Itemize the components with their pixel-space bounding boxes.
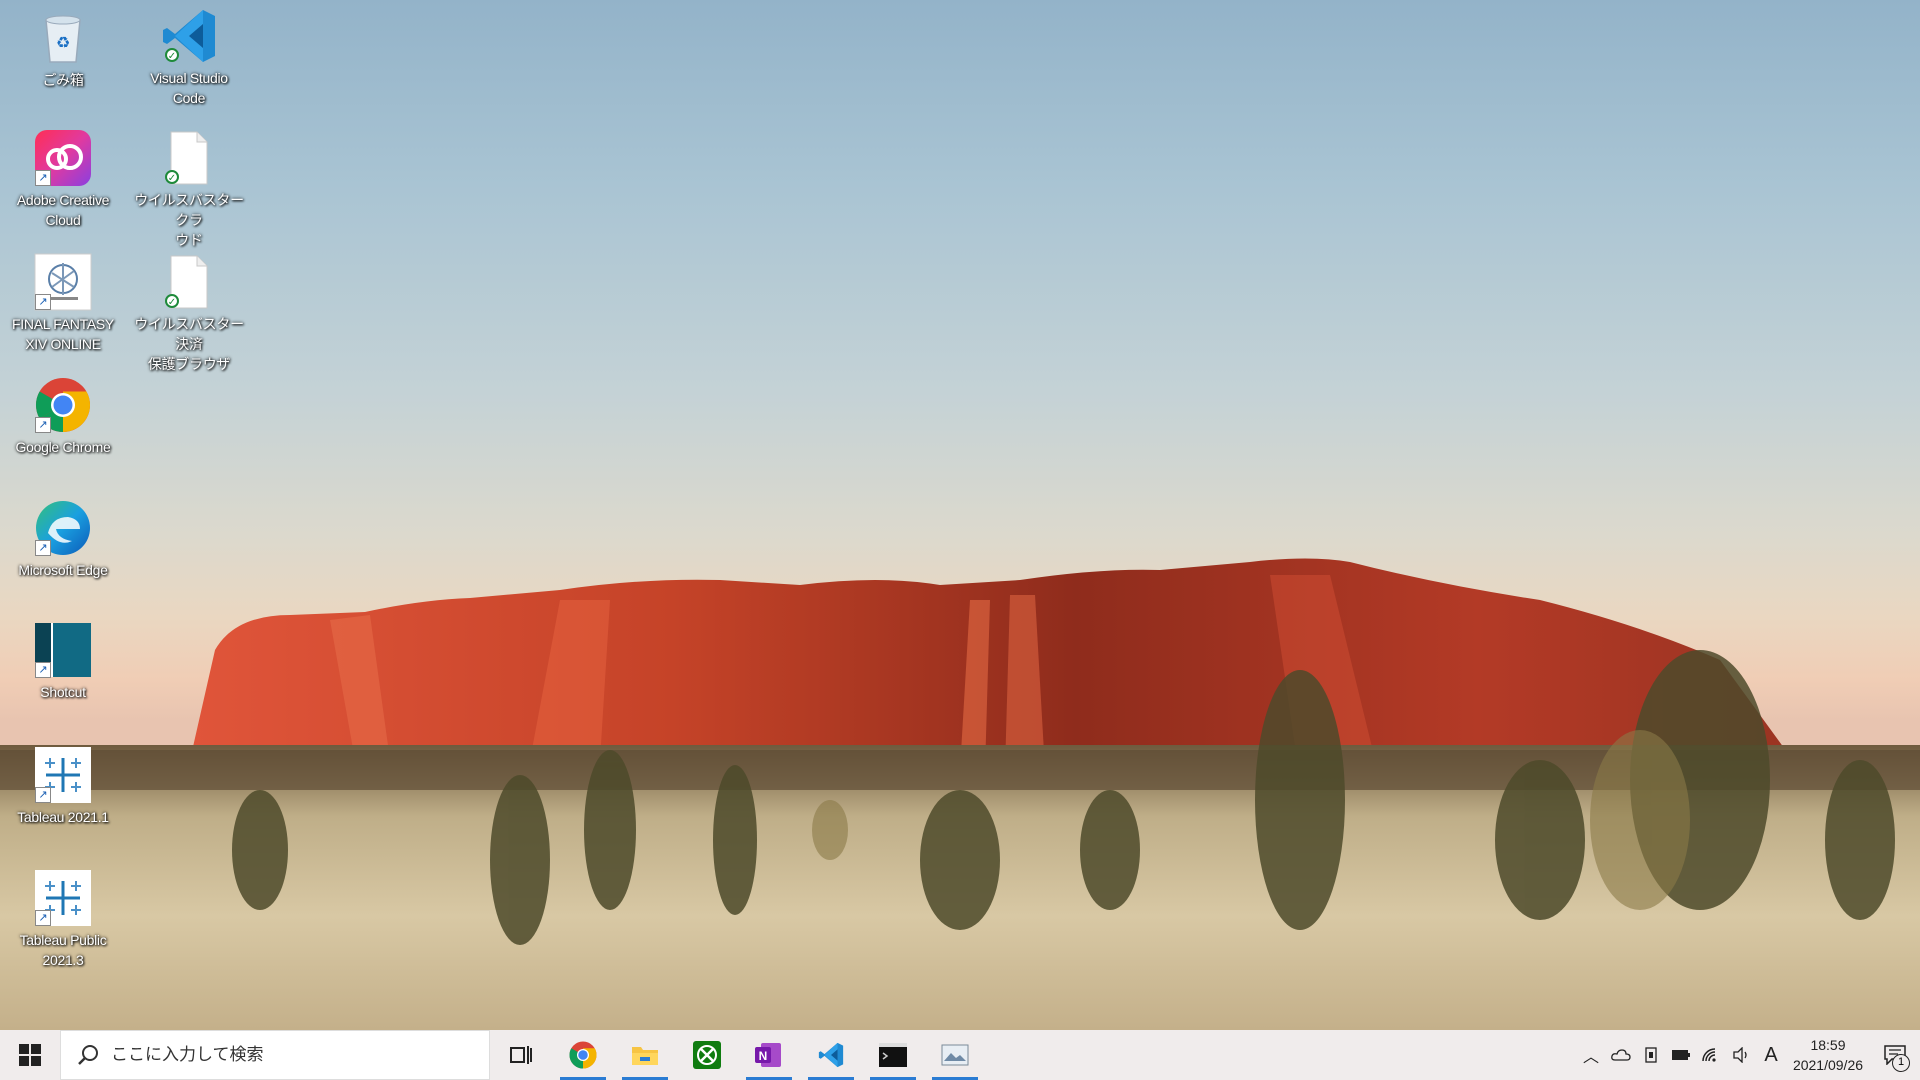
ffxiv-icon: ↗ (33, 252, 93, 312)
document-icon: ✓ (159, 128, 219, 188)
desktop-icon-vscode[interactable]: ✓ Visual Studio Code (130, 6, 248, 108)
taskbar-app-vscode[interactable] (800, 1030, 862, 1080)
desktop-icon-label: ウイルスバスター クラ ウド (134, 192, 244, 248)
desktop-icon-microsoft-edge[interactable]: ↗ Microsoft Edge (4, 498, 122, 580)
clock-date: 2021/09/26 (1792, 1057, 1864, 1073)
taskbar-app-file-explorer[interactable] (614, 1030, 676, 1080)
volume-tray-button[interactable] (1726, 1030, 1756, 1080)
desktop-icon-label: Tableau 2021.1 (17, 809, 109, 825)
tableau-icon: ↗ (33, 745, 93, 805)
battery-icon (1672, 1050, 1690, 1060)
document-icon: ✓ (159, 252, 219, 312)
search-icon (78, 1045, 98, 1065)
edge-icon: ↗ (33, 498, 93, 558)
onedrive-cloud-icon (1611, 1049, 1631, 1061)
desktop-icon-virusbuster-cloud[interactable]: ✓ ウイルスバスター クラ ウド (130, 128, 248, 250)
desktop-icon-label: ごみ箱 (42, 72, 84, 88)
desktop: ♻ ごみ箱 ↗ Adobe Creative Cloud ↗ FINAL FAN… (0, 0, 1920, 1030)
tableau-icon: ↗ (33, 868, 93, 928)
shortcut-arrow-icon: ↗ (35, 294, 51, 310)
task-view-button[interactable] (490, 1030, 552, 1080)
xbox-icon (693, 1041, 721, 1069)
svg-text:♻: ♻ (56, 33, 70, 52)
desktop-icon-label: Shotcut (40, 684, 86, 700)
taskbar-app-chrome[interactable] (552, 1030, 614, 1080)
desktop-icon-label: Adobe Creative Cloud (16, 192, 110, 228)
desktop-icon-virusbuster-browser[interactable]: ✓ ウイルスバスター 決済 保護ブラウザ (130, 252, 248, 374)
desktop-icon-adobe-creative-cloud[interactable]: ↗ Adobe Creative Cloud (4, 128, 122, 230)
desktop-icon-label: Microsoft Edge (18, 562, 108, 578)
desktop-icon-label: Google Chrome (15, 439, 111, 455)
task-view-icon (510, 1046, 532, 1064)
onedrive-tray-button[interactable] (1606, 1030, 1636, 1080)
taskbar-app-terminal[interactable] (862, 1030, 924, 1080)
taskbar: N ︿ A 18:59 2021/09/26 1 (0, 1030, 1920, 1080)
wifi-icon (1702, 1048, 1716, 1062)
shortcut-arrow-icon: ↗ (35, 417, 51, 433)
wallpaper-uluru (0, 558, 1920, 1030)
desktop-icon-label: Tableau Public 2021.3 (19, 932, 107, 968)
shortcut-arrow-icon: ↗ (35, 910, 51, 926)
shortcut-arrow-icon: ↗ (35, 540, 51, 556)
clock[interactable]: 18:59 2021/09/26 (1786, 1035, 1870, 1075)
search-input[interactable] (109, 1044, 453, 1066)
chrome-icon: ↗ (33, 375, 93, 435)
desktop-icon-final-fantasy[interactable]: ↗ FINAL FANTASY XIV ONLINE (4, 252, 122, 354)
start-button[interactable] (0, 1030, 60, 1080)
terminal-icon (879, 1043, 907, 1067)
chevron-up-icon: ︿ (1582, 1047, 1599, 1066)
chrome-icon (569, 1041, 597, 1069)
onenote-icon: N (755, 1043, 781, 1067)
desktop-icon-tableau-2021-1[interactable]: ↗ Tableau 2021.1 (4, 745, 122, 827)
desktop-icon-google-chrome[interactable]: ↗ Google Chrome (4, 375, 122, 457)
clock-time: 18:59 (1810, 1037, 1846, 1053)
photos-icon (941, 1044, 969, 1066)
windows-logo-icon (19, 1044, 41, 1066)
desktop-icon-shotcut[interactable]: ↗ Shotcut (4, 620, 122, 702)
svg-text:N: N (759, 1049, 768, 1063)
folder-icon (632, 1047, 658, 1065)
desktop-icon-tableau-public[interactable]: ↗ Tableau Public 2021.3 (4, 868, 122, 970)
vscode-icon: ✓ (159, 6, 219, 66)
desktop-icon-label: FINAL FANTASY XIV ONLINE (12, 316, 114, 352)
ime-mode-indicator[interactable]: A (1756, 1030, 1786, 1080)
desktop-icon-recycle-bin[interactable]: ♻ ごみ箱 (4, 8, 122, 90)
desktop-icon-label: ウイルスバスター 決済 保護ブラウザ (134, 316, 244, 372)
shortcut-arrow-icon: ↗ (35, 170, 51, 186)
shortcut-arrow-icon: ↗ (35, 787, 51, 803)
desktop-icon-label: Visual Studio Code (150, 70, 228, 106)
system-tray: ︿ A 18:59 2021/09/26 1 (1576, 1030, 1920, 1080)
sync-status-icon: ✓ (165, 170, 179, 184)
shortcut-arrow-icon: ↗ (35, 662, 51, 678)
sync-status-icon: ✓ (165, 48, 179, 62)
recycle-bin-icon: ♻ (33, 8, 93, 68)
wifi-tray-button[interactable] (1696, 1030, 1726, 1080)
sync-status-icon: ✓ (165, 294, 179, 308)
taskbar-app-photos[interactable] (924, 1030, 986, 1080)
action-center-button[interactable]: 1 (1870, 1030, 1920, 1080)
taskbar-app-xbox[interactable] (676, 1030, 738, 1080)
shotcut-icon: ↗ (33, 620, 93, 680)
taskbar-app-onenote[interactable]: N (738, 1030, 800, 1080)
show-hidden-icons-button[interactable]: ︿ (1576, 1030, 1606, 1080)
creative-cloud-icon: ↗ (33, 128, 93, 188)
speaker-icon (1733, 1047, 1747, 1063)
notification-count-badge: 1 (1892, 1054, 1910, 1072)
battery-tray-button[interactable] (1666, 1030, 1696, 1080)
vscode-icon (818, 1042, 844, 1068)
device-tray-button[interactable] (1636, 1030, 1666, 1080)
device-icon (1645, 1047, 1657, 1063)
taskbar-search-box[interactable] (60, 1030, 490, 1080)
